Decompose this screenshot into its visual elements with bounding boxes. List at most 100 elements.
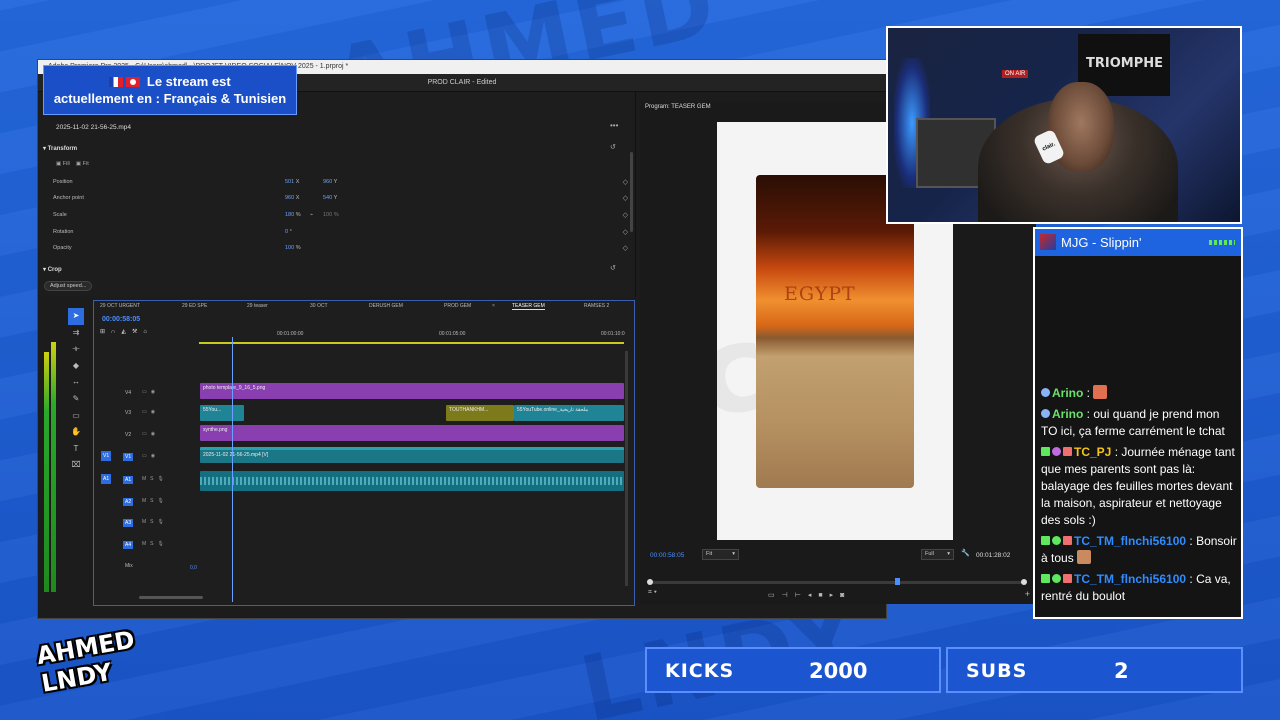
transport-controls: ▭⊣⊢◂■▸◙ bbox=[768, 591, 851, 599]
clip-v1[interactable]: 2025-11-02 21-56-25.mp4 [V] bbox=[200, 447, 624, 463]
mix-value[interactable]: 0,0 bbox=[190, 565, 197, 571]
panel-menu-icon[interactable]: ••• bbox=[610, 121, 618, 130]
reset-icon[interactable]: ↺ bbox=[610, 264, 616, 272]
track-select-icon[interactable]: ⇉ bbox=[68, 325, 84, 342]
timeline-playhead[interactable] bbox=[232, 337, 233, 602]
keyframe-icon[interactable]: ◇ bbox=[623, 194, 628, 202]
zoom-select[interactable]: Fit ▾ bbox=[702, 549, 739, 560]
track-controls[interactable]: ▭◉ bbox=[142, 389, 159, 395]
program-timecode[interactable]: 00:00:58:05 bbox=[650, 552, 684, 559]
settings-icon[interactable]: ⌗ ▾ bbox=[648, 589, 657, 597]
close-tab-icon[interactable]: × bbox=[492, 303, 495, 309]
fx-scrollbar[interactable] bbox=[630, 152, 633, 232]
fx-value[interactable]: 960 Y bbox=[323, 179, 337, 185]
tab-derush-gem[interactable]: DERUSH GEM bbox=[369, 303, 403, 309]
clip-v3a[interactable]: 55You... bbox=[200, 405, 244, 421]
playhead-marker[interactable] bbox=[895, 578, 900, 585]
keyframe-icon[interactable]: ◇ bbox=[623, 211, 628, 219]
timeline-vscroll[interactable] bbox=[625, 351, 628, 586]
ripple-edit-icon[interactable]: ⟛ bbox=[68, 341, 84, 358]
fx-value[interactable]: 100 % bbox=[285, 245, 301, 251]
tab-29-teaser[interactable]: 29 teaser bbox=[247, 303, 268, 309]
premiere-window: Adobe Premiere Pro 2025 - C:\Users\ahmed… bbox=[37, 59, 1036, 619]
now-playing-title: MJG - Slippin' bbox=[1061, 235, 1142, 250]
rectangle-tool-icon[interactable]: ▭ bbox=[68, 408, 84, 425]
link-icon[interactable]: ⌁ bbox=[310, 212, 313, 218]
keyframe-icon[interactable]: ◇ bbox=[623, 244, 628, 252]
program-scrub-bar[interactable] bbox=[647, 578, 1027, 585]
type-tool-icon[interactable]: T bbox=[68, 441, 84, 458]
razor-icon[interactable]: ◆ bbox=[68, 358, 84, 375]
camera-icon[interactable]: ◙ bbox=[840, 592, 851, 599]
fx-value[interactable]: 0 ° bbox=[285, 229, 292, 235]
tab-prod-gem[interactable]: PROD GEM bbox=[444, 303, 471, 309]
wrench-icon[interactable]: 🔧 bbox=[961, 549, 970, 557]
fx-value[interactable]: 501 X bbox=[285, 179, 299, 185]
clip-v4[interactable]: photo template_9_16_5.png bbox=[200, 383, 624, 399]
clip-v2[interactable]: synthe.png bbox=[200, 425, 624, 441]
now-playing-bar: MJG - Slippin' bbox=[1035, 229, 1241, 256]
track-controls[interactable]: ▭◉ bbox=[142, 431, 159, 437]
slip-tool-icon[interactable]: ↔ bbox=[68, 374, 84, 391]
tab-teaser-gem[interactable]: TEASER GEM bbox=[512, 303, 545, 310]
track-controls[interactable]: MS🎙 bbox=[142, 519, 168, 525]
track-controls[interactable]: MS🎙 bbox=[142, 498, 168, 504]
mark-out-icon[interactable]: ⊢ bbox=[795, 592, 808, 599]
crop-section[interactable]: ▾ Crop bbox=[43, 266, 62, 273]
fx-value[interactable]: 180 % bbox=[285, 212, 301, 218]
chat-username[interactable]: Arino bbox=[1052, 407, 1083, 421]
chat-username[interactable]: TC_TM_flnchi56100 bbox=[1074, 572, 1186, 586]
tab-29-oct-urgent[interactable]: 29 OCT URGENT bbox=[100, 303, 140, 309]
reset-icon[interactable]: ↺ bbox=[610, 143, 616, 151]
track-controls[interactable]: ▭◉ bbox=[142, 409, 159, 415]
selection-tool-icon[interactable]: ➤ bbox=[68, 308, 84, 325]
safe-margins-icon[interactable]: ▭ bbox=[768, 592, 782, 599]
gift-badge-icon bbox=[1063, 574, 1072, 583]
hand-icon[interactable]: ✋ bbox=[68, 424, 84, 441]
snap-icon[interactable]: ⊞ bbox=[100, 329, 111, 335]
linked-icon[interactable]: ∩ bbox=[111, 329, 121, 335]
chat-username[interactable]: Arino bbox=[1052, 386, 1083, 400]
marker-icon[interactable]: ◭ bbox=[121, 329, 132, 335]
kicks-counter: KICKS 2000 bbox=[645, 647, 941, 693]
transform-section[interactable]: ▾ Transform bbox=[43, 145, 77, 152]
tab-29-ed-spe[interactable]: 29 ED SPE bbox=[182, 303, 207, 309]
pen-icon[interactable]: ✎ bbox=[68, 391, 84, 408]
ruler-tick: 00:01:00:00 bbox=[277, 331, 304, 337]
fit-option[interactable]: ▣ Fit bbox=[76, 161, 89, 167]
keyframe-icon[interactable]: ◇ bbox=[623, 178, 628, 186]
clip-v3b[interactable]: TOUTHANKHM... bbox=[446, 405, 514, 421]
chat-username[interactable]: TC_TM_flnchi56100 bbox=[1074, 534, 1186, 548]
quality-select[interactable]: Full ▾ bbox=[921, 549, 954, 560]
track-controls[interactable]: ▭◉ bbox=[142, 453, 159, 459]
track-controls[interactable]: MS🎙 bbox=[142, 476, 168, 482]
wrench-icon[interactable]: ⚒ bbox=[132, 329, 143, 335]
caption-tool-icon[interactable]: ⌧ bbox=[68, 457, 84, 474]
mark-in-icon[interactable]: ⊣ bbox=[782, 592, 795, 599]
fx-value[interactable]: 540 Y bbox=[323, 195, 337, 201]
tab-30-oct[interactable]: 30 OCT bbox=[310, 303, 328, 309]
scrub-in-handle[interactable] bbox=[647, 579, 653, 585]
keyframe-icon[interactable]: ◇ bbox=[623, 228, 628, 236]
play-icon[interactable]: ▸ bbox=[830, 592, 841, 599]
scrub-out-handle[interactable] bbox=[1021, 579, 1027, 585]
fill-fit-options: ▣ Fill ▣ Fit bbox=[56, 161, 89, 167]
track-v4: V4 ▭◉ bbox=[125, 389, 160, 396]
tab-ramses-2[interactable]: RAMSES 2 bbox=[584, 303, 609, 309]
clip-a1-audio[interactable] bbox=[200, 471, 624, 491]
step-back-icon[interactable]: ◂ bbox=[808, 592, 819, 599]
source-v1[interactable]: V1 bbox=[101, 451, 112, 461]
timeline-hscroll[interactable] bbox=[139, 596, 203, 599]
captions-icon[interactable]: ⌂ bbox=[143, 329, 153, 335]
clip-v3c[interactable]: 55YouTube.online_ملحقة تاريخية bbox=[514, 405, 624, 421]
fx-value[interactable]: 960 X bbox=[285, 195, 299, 201]
track-controls[interactable]: MS🎙 bbox=[142, 541, 168, 547]
fill-option[interactable]: ▣ Fill bbox=[56, 161, 70, 167]
add-button-icon[interactable]: + bbox=[1025, 589, 1030, 599]
timeline-timecode[interactable]: 00:00:58:05 bbox=[102, 316, 140, 323]
chat-username[interactable]: TC_PJ bbox=[1074, 445, 1111, 459]
source-a1[interactable]: A1 bbox=[101, 474, 112, 484]
stop-icon[interactable]: ■ bbox=[818, 592, 829, 599]
adjust-speed-button[interactable]: Adjust speed... bbox=[44, 281, 93, 291]
work-area-bar[interactable] bbox=[199, 342, 624, 344]
